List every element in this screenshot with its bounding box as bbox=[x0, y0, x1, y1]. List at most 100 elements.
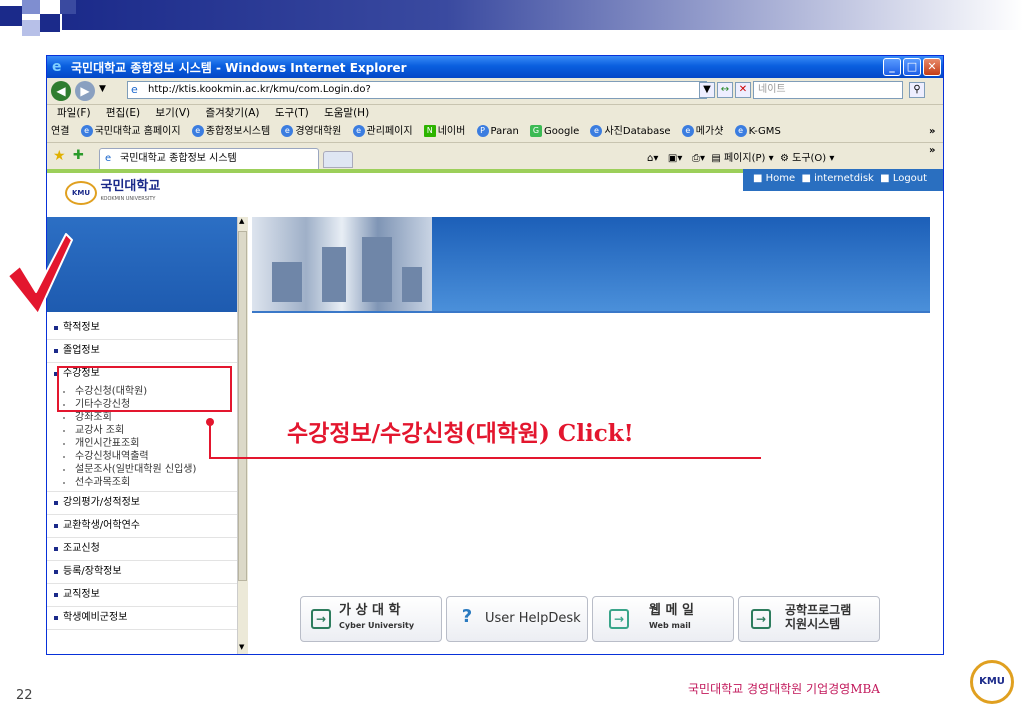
slide-header-bar bbox=[62, 0, 1023, 30]
ie-tab-icon: e bbox=[105, 153, 112, 164]
menu-evaluation-grades[interactable]: 강의평가/성적정보 bbox=[47, 492, 237, 515]
ie-logo-icon: e bbox=[52, 59, 62, 75]
slide-number: 22 bbox=[16, 688, 33, 703]
tab-row: ★ ✚ e 국민대학교 종합정보 시스템 ⌂▾ ▣▾ ⎙▾ ▤ 페이지(P) ▾… bbox=[47, 143, 943, 170]
address-bar-row: ◀ ▶ ▼ http://ktis.kookmin.ac.kr/kmu/com.… bbox=[47, 78, 943, 105]
arrow-right-icon: → bbox=[751, 609, 771, 629]
address-input[interactable]: http://ktis.kookmin.ac.kr/kmu/com.Login.… bbox=[127, 81, 707, 99]
link-megashot[interactable]: e 메가샷 bbox=[681, 125, 723, 137]
title-bar: e 국민대학교 종합정보 시스템 - Windows Internet Expl… bbox=[47, 56, 943, 78]
links-overflow-icon[interactable]: » bbox=[929, 122, 935, 142]
callout-line-vertical bbox=[209, 421, 211, 459]
google-icon: G bbox=[530, 125, 543, 137]
callout-text: 수강정보/수강신청(대학원) Click! bbox=[287, 420, 634, 447]
scroll-up-icon[interactable]: ▲ bbox=[239, 217, 244, 225]
submenu-survey[interactable]: 설문조사(일반대학원 신입생) bbox=[47, 463, 237, 476]
page-menu[interactable]: ▤ 페이지(P) ▾ bbox=[711, 153, 773, 164]
link-icon: e bbox=[80, 125, 93, 137]
menu-tools[interactable]: 도구(T) bbox=[275, 107, 309, 119]
link-kookmin-home[interactable]: e 국민대학교 홈페이지 bbox=[80, 125, 181, 137]
minimize-button[interactable]: _ bbox=[883, 58, 901, 76]
submenu-prerequisite[interactable]: 선수과목조회 bbox=[47, 476, 237, 492]
callout-line-horizontal bbox=[209, 457, 761, 459]
page-content: ■ Home ■ internetdisk ■ Logout KMU 국민대학교… bbox=[47, 169, 943, 654]
menu-reserve-forces[interactable]: 학생예비군정보 bbox=[47, 607, 237, 630]
link-admin-page[interactable]: e 관리페이지 bbox=[352, 125, 413, 137]
link-info-system[interactable]: e 종합정보시스템 bbox=[191, 125, 270, 137]
add-favorite-icon[interactable]: ✚ bbox=[73, 148, 84, 163]
menu-favorites[interactable]: 즐겨찾기(A) bbox=[205, 107, 259, 119]
logo-subtext: KOOKMIN UNIVERSITY bbox=[100, 196, 156, 202]
campus-banner bbox=[252, 217, 930, 312]
link-google[interactable]: G Google bbox=[530, 125, 579, 137]
new-tab-button[interactable] bbox=[323, 151, 353, 168]
menu-academic-record[interactable]: 학적정보 bbox=[47, 317, 237, 340]
engineering-program-button[interactable]: → 공학프로그램 지원시스템 bbox=[738, 596, 880, 642]
link-paran[interactable]: P Paran bbox=[476, 125, 519, 137]
menu-exchange[interactable]: 교환학생/어학연수 bbox=[47, 515, 237, 538]
search-icon[interactable]: ⚲ bbox=[909, 82, 925, 98]
kmu-emblem-icon: KMU bbox=[65, 181, 97, 205]
browser-window: e 국민대학교 종합정보 시스템 - Windows Internet Expl… bbox=[46, 55, 944, 655]
arrow-right-icon: → bbox=[311, 609, 331, 629]
forward-button[interactable]: ▶ bbox=[75, 81, 95, 101]
menu-teaching[interactable]: 교직정보 bbox=[47, 584, 237, 607]
menu-ta-application[interactable]: 조교신청 bbox=[47, 538, 237, 561]
paran-icon: P bbox=[476, 125, 489, 137]
home-link[interactable]: Home bbox=[766, 173, 796, 184]
logout-link[interactable]: Logout bbox=[893, 173, 927, 184]
menu-edit[interactable]: 편집(E) bbox=[106, 107, 140, 119]
menu-help[interactable]: 도움말(H) bbox=[324, 107, 369, 119]
arrow-right-icon: → bbox=[609, 609, 629, 629]
command-overflow-icon[interactable]: » bbox=[929, 145, 935, 156]
print-icon[interactable]: ⎙▾ bbox=[692, 153, 705, 164]
slide-footer: 국민대학교 경영대학원 기업경영MBA bbox=[688, 682, 880, 696]
link-icon: e bbox=[281, 125, 294, 137]
top-links: ■ Home ■ internetdisk ■ Logout bbox=[743, 169, 943, 191]
search-input[interactable]: 네이트 bbox=[753, 81, 903, 99]
back-button[interactable]: ◀ bbox=[51, 81, 71, 101]
scrollbar-thumb[interactable] bbox=[238, 231, 247, 581]
user-helpdesk-button[interactable]: ? User HelpDesk bbox=[446, 596, 588, 642]
kmu-footer-logo: KMU bbox=[970, 660, 1014, 704]
close-button[interactable]: ✕ bbox=[923, 58, 941, 76]
maximize-button[interactable]: □ bbox=[903, 58, 921, 76]
history-dropdown-icon[interactable]: ▼ bbox=[99, 84, 106, 94]
webmail-button[interactable]: → 웹 메 일 Web mail bbox=[592, 596, 734, 642]
window-title: 국민대학교 종합정보 시스템 - Windows Internet Explor… bbox=[71, 61, 407, 75]
link-icon: e bbox=[352, 125, 365, 137]
menu-registration-scholarship[interactable]: 등록/장학정보 bbox=[47, 561, 237, 584]
checkmark-icon bbox=[7, 233, 73, 315]
menu-file[interactable]: 파일(F) bbox=[57, 107, 91, 119]
refresh-icon[interactable]: ↔ bbox=[717, 82, 733, 98]
menu-bar: 파일(F) 편집(E) 보기(V) 즐겨찾기(A) 도구(T) 도움말(H) bbox=[47, 105, 943, 122]
university-logo: KMU 국민대학교 KOOKMIN UNIVERSITY bbox=[65, 179, 161, 205]
command-bar: ⌂▾ ▣▾ ⎙▾ ▤ 페이지(P) ▾ ⚙ 도구(O) ▾ bbox=[647, 149, 834, 164]
link-business-school[interactable]: e 경영대학원 bbox=[281, 125, 341, 137]
tools-menu[interactable]: ⚙ 도구(O) ▾ bbox=[780, 153, 834, 164]
stop-icon[interactable]: ✕ bbox=[735, 82, 751, 98]
left-menu: 학적정보 졸업정보 수강정보 수강신청(대학원) 기타수강신청 강좌조회 교강사… bbox=[47, 317, 237, 630]
link-k-gms[interactable]: e K-GMS bbox=[734, 125, 781, 137]
address-dropdown-icon[interactable]: ▼ bbox=[699, 82, 715, 98]
home-icon[interactable]: ⌂▾ bbox=[647, 153, 658, 164]
links-bar: 연결 e 국민대학교 홈페이지 e 종합정보시스템 e 경영대학원 e 관리페이지 N네… bbox=[47, 122, 943, 143]
link-photo-database[interactable]: e 사진Database bbox=[590, 125, 671, 137]
left-scrollbar[interactable]: ▲ ▼ bbox=[237, 217, 248, 654]
menu-view[interactable]: 보기(V) bbox=[155, 107, 190, 119]
links-label: 연결 bbox=[51, 126, 70, 137]
favorites-star-icon[interactable]: ★ bbox=[53, 148, 66, 164]
banner-divider bbox=[252, 311, 930, 313]
link-naver[interactable]: N 네이버 bbox=[423, 125, 465, 137]
internetdisk-link[interactable]: internetdisk bbox=[814, 173, 874, 184]
link-icon: e bbox=[681, 125, 694, 137]
feeds-icon[interactable]: ▣▾ bbox=[668, 153, 682, 164]
menu-graduation[interactable]: 졸업정보 bbox=[47, 340, 237, 363]
link-icon: e bbox=[734, 125, 747, 137]
highlight-box bbox=[57, 366, 232, 412]
logo-text: 국민대학교 bbox=[100, 179, 161, 194]
tab-kookmin-info-system[interactable]: e 국민대학교 종합정보 시스템 bbox=[99, 148, 319, 169]
link-icon: e bbox=[590, 125, 603, 137]
cyber-university-button[interactable]: → 가 상 대 학 Cyber University bbox=[300, 596, 442, 642]
scroll-down-icon[interactable]: ▼ bbox=[239, 643, 244, 651]
